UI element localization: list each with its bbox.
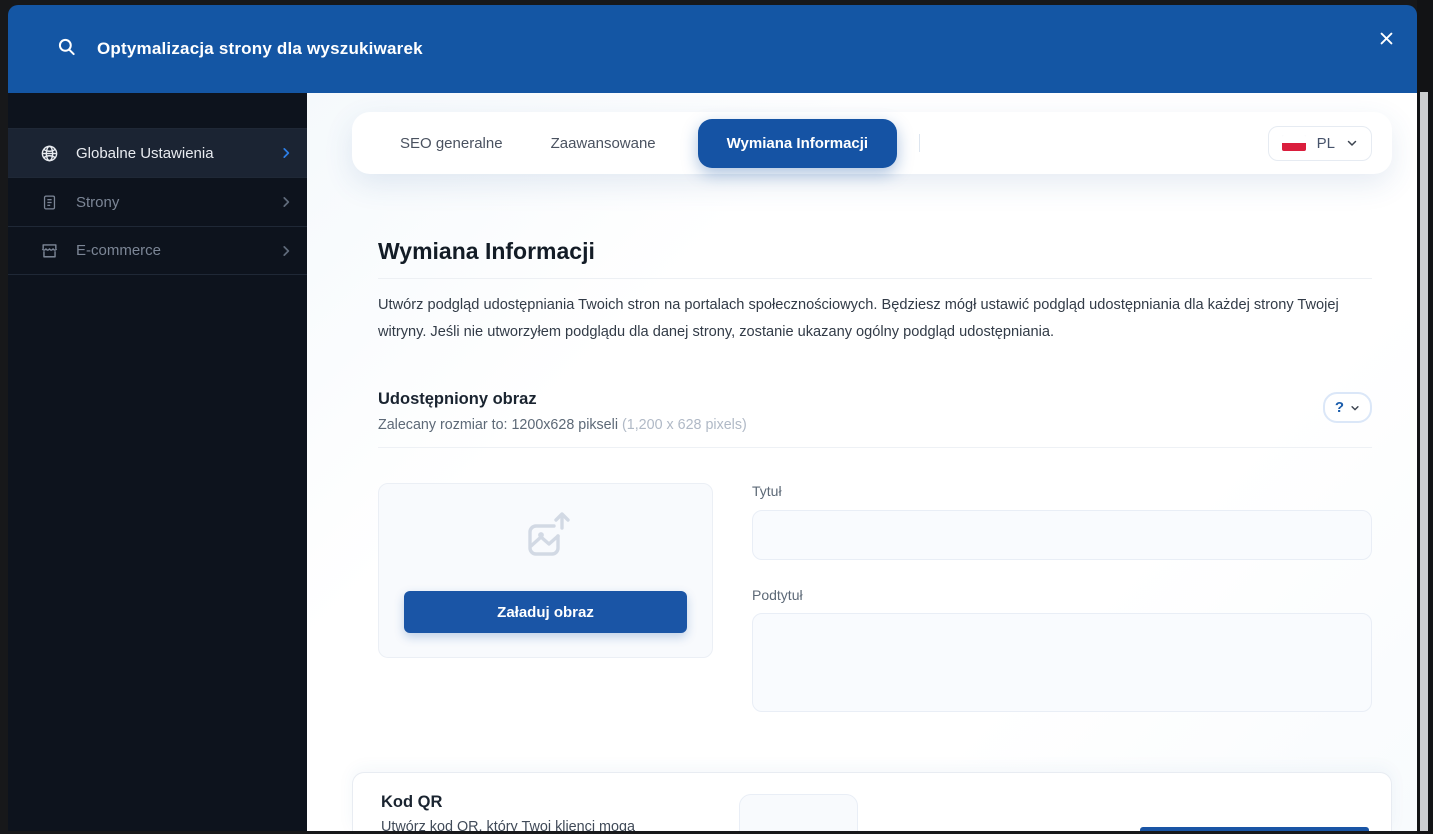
size-hint: Zalecany rozmiar to: 1200x628 pikseli (1… — [378, 417, 747, 433]
share-image-fields: Tytuł Podtytuł — [752, 483, 1372, 717]
chevron-down-icon — [1346, 137, 1358, 149]
subtitle-textarea[interactable] — [752, 613, 1372, 712]
qr-action-button[interactable] — [1140, 827, 1369, 831]
chevron-right-icon — [279, 146, 293, 160]
sidebar-item-label: Globalne Ustawienia — [76, 144, 214, 162]
sidebar-item-label: E-commerce — [76, 242, 162, 259]
storefront-icon — [40, 241, 59, 260]
page-title: Wymiana Informacji — [378, 238, 595, 264]
title-input[interactable] — [752, 510, 1372, 560]
subtitle-field-label: Podtytuł — [752, 587, 803, 603]
sidebar: Globalne Ustawienia Strony E-commerce — [8, 93, 307, 831]
image-upload-card: Załaduj obraz — [378, 483, 713, 658]
qr-code-section: Kod QR Utwórz kod QR, który Twoi klienci… — [352, 772, 1392, 831]
page-description: Utwórz podgląd udostępniania Twoich stro… — [378, 297, 1339, 340]
help-button[interactable]: ? — [1322, 392, 1372, 423]
image-upload-icon — [518, 510, 574, 565]
language-selector[interactable]: PL — [1267, 125, 1372, 161]
sidebar-item-global-settings[interactable]: Globalne Ustawienia — [8, 128, 307, 177]
tab-information-exchange[interactable]: Wymiana Informacji — [697, 118, 898, 168]
upload-image-button[interactable]: Załaduj obraz — [404, 591, 687, 633]
modal-body: Globalne Ustawienia Strony E-commerce SE… — [8, 93, 1417, 831]
poland-flag-icon — [1281, 135, 1306, 151]
size-hint-primary: Zalecany rozmiar to: 1200x628 pikseli — [378, 417, 618, 433]
main-panel: SEO generalne Zaawansowane Wymiana Infor… — [307, 93, 1417, 831]
document-icon — [40, 193, 59, 212]
tab-bar: SEO generalne Zaawansowane Wymiana Infor… — [352, 112, 1392, 174]
close-icon[interactable] — [1373, 25, 1399, 51]
scrollbar-thumb[interactable] — [1420, 92, 1428, 831]
sidebar-item-pages[interactable]: Strony — [8, 177, 307, 226]
globe-icon — [40, 144, 59, 163]
qr-heading: Kod QR — [381, 793, 443, 811]
sidebar-item-ecommerce[interactable]: E-commerce — [8, 226, 307, 275]
tab-advanced[interactable]: Zaawansowane — [533, 125, 674, 162]
divider — [378, 278, 1372, 279]
question-mark-icon: ? — [1334, 399, 1344, 416]
modal-title: Optymalizacja strony dla wyszukiwarek — [97, 39, 423, 58]
modal-header: Optymalizacja strony dla wyszukiwarek — [8, 5, 1417, 93]
share-image-form: Załaduj obraz Tytuł Podtytuł — [378, 483, 1372, 717]
browser-scrollbar[interactable] — [1417, 0, 1433, 834]
share-image-section-header: Udostępniony obraz Zalecany rozmiar to: … — [378, 390, 1372, 433]
share-image-heading: Udostępniony obraz — [378, 390, 537, 408]
divider — [378, 447, 1372, 448]
qr-preview-box — [739, 794, 858, 831]
tab-seo-general[interactable]: SEO generalne — [382, 125, 521, 162]
qr-description: Utwórz kod QR, który Twoi klienci mogą — [381, 819, 636, 831]
tab-content: Wymiana Informacji Utwórz podgląd udostę… — [378, 238, 1372, 717]
chevron-right-icon — [279, 195, 293, 209]
chevron-down-icon — [1350, 403, 1360, 413]
seo-settings-modal: Optymalizacja strony dla wyszukiwarek Gl… — [8, 5, 1417, 831]
size-hint-secondary: (1,200 x 628 pixels) — [621, 417, 747, 433]
title-field-label: Tytuł — [752, 483, 782, 499]
sidebar-item-label: Strony — [76, 193, 120, 211]
chevron-right-icon — [279, 244, 293, 258]
tab-divider — [919, 134, 921, 152]
language-code: PL — [1316, 134, 1335, 152]
search-icon — [57, 37, 77, 62]
